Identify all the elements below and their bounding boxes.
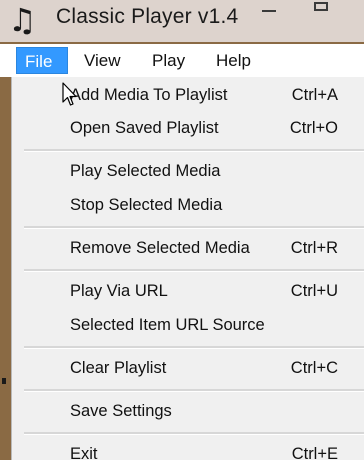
menu-bar: File View Play Help <box>0 44 364 77</box>
menu-item-label: Save Settings <box>70 402 172 420</box>
menu-help[interactable]: Help <box>208 47 268 74</box>
menu-item-label: Play Via URL <box>70 282 168 300</box>
menu-file[interactable]: File <box>16 47 68 74</box>
music-note-icon: ♫ <box>8 1 37 39</box>
menu-item-play-selected[interactable]: Play Selected Media <box>12 155 364 188</box>
menu-item-open-playlist[interactable]: Open Saved Playlist Ctrl+O <box>12 112 364 145</box>
menu-item-play-url[interactable]: Play Via URL Ctrl+U <box>12 275 364 308</box>
menu-item-exit[interactable]: Exit Ctrl+E <box>12 438 364 460</box>
window-title: Classic Player v1.4 <box>56 5 239 28</box>
menu-item-label: Clear Playlist <box>70 359 167 377</box>
menu-item-add-media[interactable]: Add Media To Playlist Ctrl+A <box>12 79 364 112</box>
menu-item-url-source[interactable]: Selected Item URL Source <box>12 309 364 342</box>
menu-item-shortcut: Ctrl+U <box>290 282 338 300</box>
file-dropdown-menu: Add Media To Playlist Ctrl+A Open Saved … <box>12 77 364 460</box>
maximize-icon[interactable] <box>314 2 328 11</box>
background-artifact <box>2 378 6 384</box>
menu-item-shortcut: Ctrl+C <box>290 359 338 377</box>
menu-separator <box>24 346 364 349</box>
menu-item-label: Play Selected Media <box>70 162 221 180</box>
menu-item-shortcut: Ctrl+A <box>291 86 338 104</box>
menu-play[interactable]: Play <box>144 47 200 74</box>
menu-item-label: Add Media To Playlist <box>70 86 228 104</box>
menu-item-save-settings[interactable]: Save Settings <box>12 395 364 428</box>
menu-view[interactable]: View <box>76 47 136 74</box>
menu-item-remove-selected[interactable]: Remove Selected Media Ctrl+R <box>12 232 364 265</box>
menu-item-label: Exit <box>70 445 98 460</box>
menu-separator <box>24 389 364 392</box>
menu-item-label: Remove Selected Media <box>70 239 250 257</box>
menu-separator <box>24 149 364 152</box>
menu-item-label: Open Saved Playlist <box>70 119 219 137</box>
menu-item-label: Stop Selected Media <box>70 196 223 214</box>
minimize-icon[interactable] <box>262 10 276 12</box>
title-bar[interactable]: ♫ Classic Player v1.4 <box>0 0 364 42</box>
menu-separator <box>24 432 364 435</box>
menu-item-shortcut: Ctrl+O <box>289 119 338 137</box>
menu-item-clear-playlist[interactable]: Clear Playlist Ctrl+C <box>12 352 364 385</box>
menu-item-stop-selected[interactable]: Stop Selected Media <box>12 189 364 222</box>
menu-separator <box>24 269 364 272</box>
menu-item-label: Selected Item URL Source <box>70 316 265 334</box>
menu-separator <box>24 226 364 229</box>
menu-item-shortcut: Ctrl+E <box>291 445 338 460</box>
menu-item-shortcut: Ctrl+R <box>290 239 338 257</box>
